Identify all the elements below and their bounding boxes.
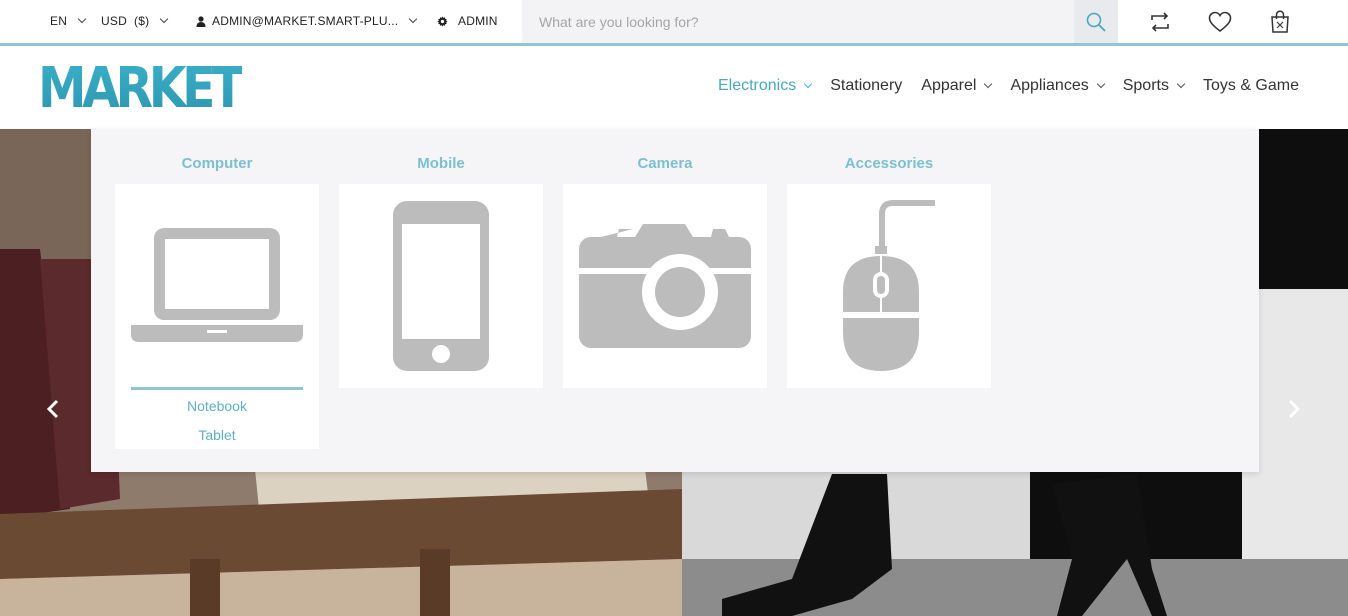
currency-selector[interactable]: USD ($) <box>101 14 169 28</box>
category-title-camera[interactable]: Camera <box>563 129 767 184</box>
chevron-left-icon <box>46 399 59 419</box>
category-computer: Computer Notebook Tablet <box>115 129 319 449</box>
camera-icon <box>579 224 751 348</box>
subcategory-link-tablet[interactable]: Tablet <box>115 427 319 443</box>
subcategory-link-notebook[interactable]: Notebook <box>115 398 319 414</box>
category-title-mobile[interactable]: Mobile <box>339 129 543 184</box>
nav-item-toys-game[interactable]: Toys & Game <box>1203 77 1299 95</box>
category-mobile: Mobile <box>339 129 543 388</box>
search-icon <box>1086 12 1106 31</box>
admin-label: ADMIN <box>458 14 498 28</box>
chevron-down-icon <box>409 14 418 24</box>
language-label: EN <box>50 14 68 28</box>
chevron-down-icon <box>803 79 813 89</box>
subcategory-divider <box>131 387 303 390</box>
nav-label: Toys & Game <box>1202 77 1299 94</box>
currency-label: USD ($) <box>101 14 150 28</box>
market-logo: MARKET <box>38 56 249 121</box>
nav-label: Apparel <box>921 77 977 94</box>
nav-item-appliances[interactable]: Appliances <box>1010 77 1105 95</box>
chevron-down-icon <box>77 14 87 24</box>
mouse-icon <box>843 200 935 371</box>
heart-icon <box>1208 11 1232 33</box>
cart-button[interactable] <box>1266 8 1294 36</box>
gear-icon <box>437 15 448 27</box>
nav-label: Appliances <box>1010 77 1089 94</box>
search-bar <box>522 0 1118 43</box>
compare-icon <box>1151 12 1169 32</box>
category-card-camera[interactable] <box>563 184 767 388</box>
compare-button[interactable] <box>1146 8 1174 36</box>
wishlist-button[interactable] <box>1206 8 1234 36</box>
shopping-bag-icon <box>1271 10 1289 33</box>
nav-item-electronics[interactable]: Electronics <box>717 77 813 95</box>
account-email: ADMIN@MARKET.SMART-PLU... <box>212 14 399 28</box>
laptop-icon <box>131 228 303 342</box>
user-icon <box>196 15 206 27</box>
slider-prev-button[interactable] <box>45 399 65 419</box>
category-card-computer[interactable]: Notebook Tablet <box>115 184 319 449</box>
nav-item-stationery[interactable]: Stationery <box>830 77 902 95</box>
nav-label: Sports <box>1122 77 1169 94</box>
svg-text:MARKET: MARKET <box>38 57 242 113</box>
search-input[interactable] <box>522 0 1074 43</box>
site-logo[interactable]: MARKET <box>38 56 249 121</box>
search-button[interactable] <box>1074 0 1118 43</box>
category-card-accessories[interactable] <box>787 184 991 388</box>
nav-item-apparel[interactable]: Apparel <box>921 77 993 95</box>
chevron-right-icon <box>1288 399 1301 419</box>
category-card-mobile[interactable] <box>339 184 543 388</box>
slider-next-button[interactable] <box>1286 399 1306 419</box>
category-title-computer[interactable]: Computer <box>115 129 319 184</box>
nav-label: Electronics <box>717 77 797 94</box>
nav-item-sports[interactable]: Sports <box>1122 77 1186 95</box>
account-menu[interactable]: ADMIN@MARKET.SMART-PLU... <box>196 14 418 28</box>
chevron-down-icon <box>160 14 169 24</box>
smartphone-icon <box>393 201 489 371</box>
top-bar: EN USD ($) ADMIN@MARKET.SMART-PLU... ADM… <box>0 0 1348 46</box>
nav-label: Stationery <box>830 77 903 94</box>
category-camera: Camera <box>563 129 767 388</box>
electronics-mega-menu: Computer Notebook Tablet Mobile Camera A… <box>91 129 1259 472</box>
language-selector[interactable]: EN <box>50 14 87 28</box>
admin-link[interactable]: ADMIN <box>437 14 498 28</box>
category-accessories: Accessories <box>787 129 991 388</box>
category-title-accessories[interactable]: Accessories <box>787 129 991 184</box>
chevron-down-icon <box>1096 79 1105 89</box>
main-nav: Electronics Stationery Apparel Appliance… <box>699 77 1299 95</box>
main-header: MARKET Electronics Stationery Apparel Ap… <box>0 46 1348 129</box>
chevron-down-icon <box>984 79 993 89</box>
chevron-down-icon <box>1176 79 1186 89</box>
